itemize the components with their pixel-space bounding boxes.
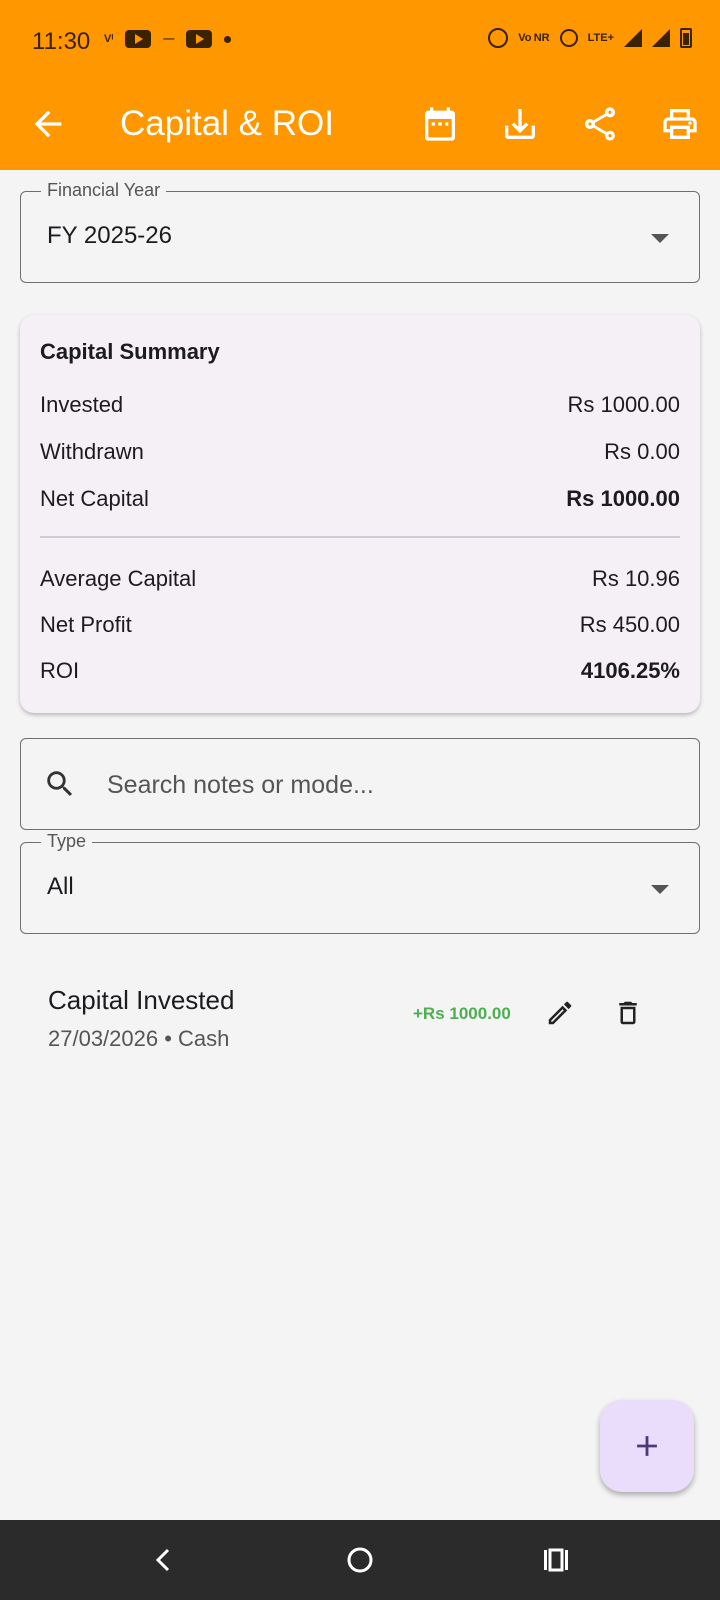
arrow-left-icon [34, 110, 62, 138]
dash-notification-icon: — [163, 33, 175, 45]
status-left-icons: Vᴵ — [104, 30, 232, 48]
edit-button[interactable] [545, 998, 575, 1028]
chevron-down-icon [651, 885, 669, 894]
volte-label: Vo NR [518, 32, 550, 44]
add-entry-button[interactable] [600, 1400, 694, 1492]
entry-subtitle: 27/03/2026 • Cash [48, 1026, 230, 1051]
delete-button[interactable] [613, 998, 643, 1028]
withdrawn-value: Rs 0.00 [604, 439, 680, 464]
average-capital-value: Rs 10.96 [591, 566, 680, 591]
battery-icon [680, 28, 692, 48]
status-right-icons: Vo NR LTE+ [488, 28, 692, 48]
pencil-icon [548, 1001, 572, 1025]
average-capital-label: Average Capital [40, 566, 197, 591]
top-bar: 11:30 Vᴵ — Vo NR LTE+ Capital & ROI [0, 0, 720, 170]
financial-year-value: FY 2025-26 [47, 222, 172, 249]
system-nav-bar [0, 1520, 720, 1600]
chevron-down-icon [651, 234, 669, 243]
calendar-icon [425, 107, 455, 141]
youtube-notification-icon [125, 30, 152, 48]
net-capital-label: Net Capital [40, 486, 149, 511]
roi-row: ROI 4106.25% [40, 658, 680, 688]
signal-icon-2 [652, 29, 670, 47]
download-button[interactable] [500, 104, 540, 144]
hotspot-icon [559, 29, 578, 47]
alarm-icon [488, 28, 509, 48]
type-filter-dropdown[interactable]: Type All [20, 831, 700, 934]
average-capital-row: Average Capital Rs 10.96 [40, 566, 680, 596]
financial-year-label: Financial Year [41, 180, 167, 201]
signal-icon [624, 29, 642, 47]
type-filter-label: Type [41, 831, 93, 852]
share-icon [585, 107, 615, 141]
back-nav-icon [155, 1548, 170, 1572]
entry-amount: +Rs 1000.00 [413, 1004, 511, 1023]
entry-title: Capital Invested [48, 985, 235, 1015]
share-button[interactable] [580, 104, 620, 144]
search-field[interactable] [20, 738, 700, 830]
carrier-mark: Vᴵ [104, 33, 114, 45]
invested-label: Invested [40, 392, 124, 417]
print-button[interactable] [660, 104, 700, 144]
roi-value: 4106.25% [580, 658, 680, 683]
lte-label: LTE+ [587, 32, 614, 44]
nav-recents-button[interactable] [536, 1540, 576, 1580]
roi-label: ROI [40, 658, 80, 683]
calendar-button[interactable] [420, 104, 460, 144]
net-profit-value: Rs 450.00 [579, 612, 680, 637]
app-bar: Capital & ROI [0, 84, 720, 170]
withdrawn-row: Withdrawn Rs 0.00 [40, 439, 680, 469]
type-filter-value: All [47, 873, 74, 900]
youtube-notification-icon-2 [186, 30, 213, 48]
withdrawn-label: Withdrawn [40, 439, 144, 464]
nav-home-button[interactable] [340, 1540, 380, 1580]
status-bar: 11:30 Vᴵ — Vo NR LTE+ [0, 0, 720, 84]
card-title: Capital Summary [40, 339, 220, 364]
recents-nav-icon [544, 1548, 568, 1572]
list-item[interactable]: Capital Invested 27/03/2026 • Cash +Rs 1… [20, 970, 700, 1060]
page-title: Capital & ROI [120, 104, 334, 143]
more-notifications-dot-icon [224, 35, 232, 43]
capital-summary-card: Capital Summary Invested Rs 1000.00 With… [20, 315, 700, 713]
financial-year-dropdown[interactable]: Financial Year FY 2025-26 [20, 180, 700, 283]
net-profit-label: Net Profit [40, 612, 132, 637]
home-nav-icon [347, 1547, 373, 1573]
invested-value: Rs 1000.00 [567, 392, 680, 417]
net-capital-row: Net Capital Rs 1000.00 [40, 486, 680, 516]
download-icon [505, 109, 535, 139]
search-input[interactable] [107, 767, 667, 803]
nav-back-button[interactable] [144, 1540, 184, 1580]
net-capital-value: Rs 1000.00 [566, 486, 680, 511]
trash-icon [619, 1001, 637, 1025]
search-icon [47, 771, 73, 797]
plus-icon [637, 1436, 657, 1456]
print-icon [663, 109, 697, 139]
invested-row: Invested Rs 1000.00 [40, 392, 680, 422]
back-button[interactable] [28, 104, 68, 144]
net-profit-row: Net Profit Rs 450.00 [40, 612, 680, 642]
status-time: 11:30 [32, 28, 91, 55]
divider [40, 536, 680, 538]
